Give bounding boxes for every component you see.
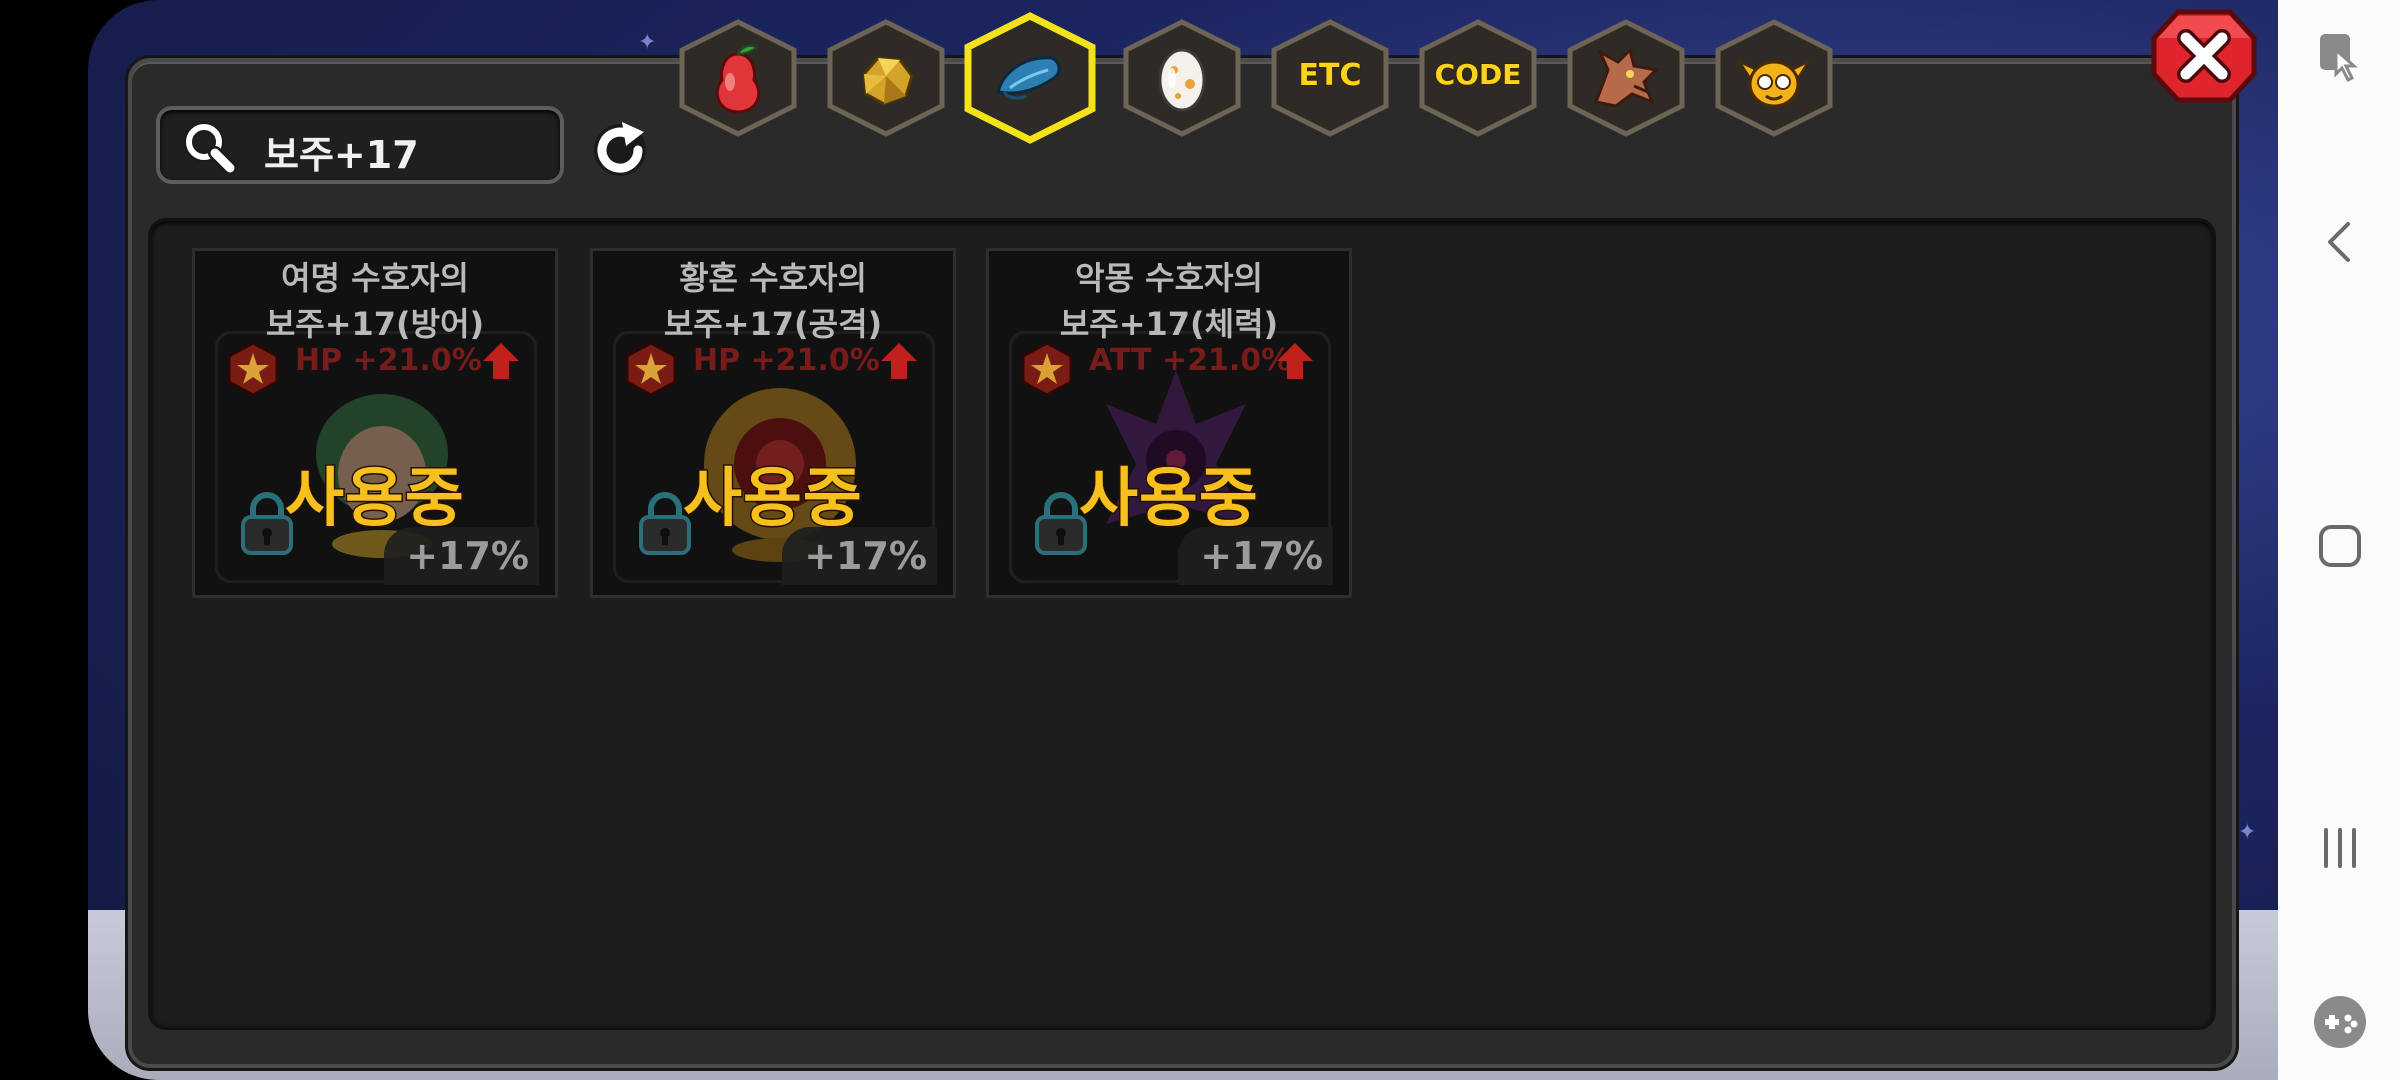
arrow-up-icon: [1277, 343, 1313, 379]
system-navigation-bar: [2278, 0, 2400, 1080]
search-input[interactable]: 보주+17: [156, 106, 564, 184]
item-name-line1: 여명 수호자의: [281, 259, 469, 297]
item-name-line2: 보주+17(공격): [663, 305, 883, 343]
star-grade-icon: [227, 341, 279, 397]
in-use-label: 사용중: [682, 461, 864, 538]
back-icon[interactable]: [2312, 214, 2368, 270]
item-card[interactable]: 여명 수호자의 보주+17(방어) HP +21.0% 사용중 +17%: [192, 248, 558, 598]
item-name: 악몽 수호자의 보주+17(체력): [989, 255, 1349, 347]
tab-etc[interactable]: ETC: [1268, 18, 1392, 138]
item-name-line2: 보주+17(체력): [1059, 305, 1279, 343]
tab-egg[interactable]: [1120, 18, 1244, 138]
tab-code-label: CODE: [1434, 57, 1523, 92]
star-decoration-icon: ✦: [638, 30, 657, 55]
tab-ore[interactable]: [824, 18, 948, 138]
in-use-label: 사용중: [284, 461, 466, 538]
egg-icon: [1158, 48, 1206, 112]
item-name: 여명 수호자의 보주+17(방어): [195, 255, 555, 347]
gold-ore-icon: [862, 56, 914, 106]
search-value: 보주+17: [264, 133, 419, 177]
tab-code[interactable]: CODE: [1416, 18, 1540, 138]
tab-orb[interactable]: [962, 12, 1098, 144]
item-stat: HP +21.0%: [693, 343, 880, 378]
recents-icon[interactable]: [2312, 820, 2368, 876]
item-card[interactable]: 악몽 수호자의 보주+17(체력) ATT +21.0% 사용중 +17%: [986, 248, 1352, 598]
star-grade-icon: [1021, 341, 1073, 397]
item-name-line2: 보주+17(방어): [265, 305, 485, 343]
game-tools-icon[interactable]: [2312, 28, 2368, 84]
star-grade-icon: [625, 341, 677, 397]
search-icon: [184, 122, 236, 174]
home-icon[interactable]: [2312, 518, 2368, 574]
dragon-head-icon: [1593, 47, 1660, 108]
close-icon[interactable]: [2150, 8, 2258, 104]
blue-feather-orb-icon: [996, 56, 1061, 100]
game-pad-icon[interactable]: [2312, 994, 2368, 1050]
arrow-up-icon: [881, 343, 917, 379]
winged-mask-icon: [1737, 59, 1811, 108]
refresh-icon[interactable]: [584, 116, 656, 182]
arrow-up-icon: [483, 343, 519, 379]
tab-mask[interactable]: [1712, 18, 1836, 138]
in-use-label: 사용중: [1078, 461, 1260, 538]
item-name-line1: 황혼 수호자의: [679, 259, 867, 297]
tab-fruit[interactable]: [676, 18, 800, 138]
item-stat: HP +21.0%: [295, 343, 482, 378]
item-name-line1: 악몽 수호자의: [1075, 259, 1263, 297]
item-stat: ATT +21.0%: [1089, 343, 1292, 378]
item-name: 황혼 수호자의 보주+17(공격): [593, 255, 953, 347]
item-card[interactable]: 황혼 수호자의 보주+17(공격) HP +21.0% 사용중 +17%: [590, 248, 956, 598]
star-decoration-icon: ✦: [2238, 820, 2257, 845]
tab-dragon[interactable]: [1564, 18, 1688, 138]
pear-fruit-icon: [715, 45, 761, 114]
tab-etc-label: ETC: [1298, 57, 1363, 94]
